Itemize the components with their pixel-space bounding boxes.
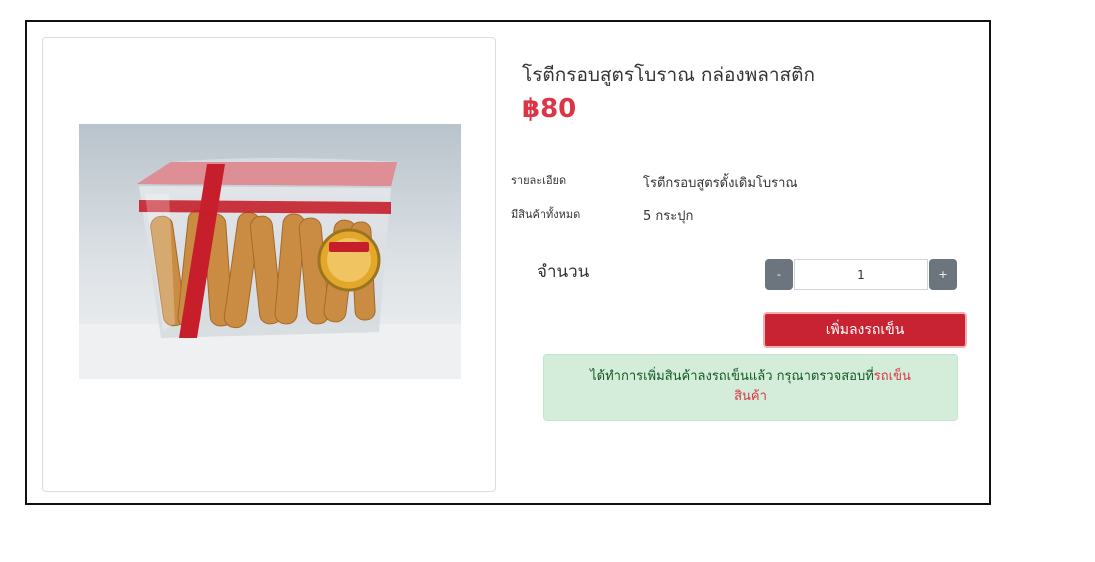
add-to-cart-button[interactable]: เพิ่มลงรถเข็น	[763, 312, 967, 348]
product-image-card	[42, 37, 496, 492]
description-label: รายละเอียด	[511, 174, 567, 187]
description-value: โรตีกรอบสูตรดั้งเดิมโบราณ	[643, 176, 798, 191]
quantity-label: จำนวน	[537, 262, 590, 282]
alert-message: ได้ทำการเพิ่มสินค้าลงรถเข็นแล้ว กรุณาตรว…	[590, 369, 874, 384]
product-price: ฿80	[522, 94, 577, 124]
product-title: โรตีกรอบสูตรโบราณ กล่องพลาสติก	[522, 64, 815, 86]
stock-label: มีสินค้าทั้งหมด	[511, 208, 581, 221]
product-detail-frame: โรตีกรอบสูตรโบราณ กล่องพลาสติก ฿80 รายละ…	[25, 20, 991, 505]
quantity-decrease-button[interactable]: -	[765, 259, 793, 290]
stock-value: 5 กระปุก	[643, 209, 694, 224]
quantity-input[interactable]	[794, 259, 928, 290]
quantity-increase-button[interactable]: +	[929, 259, 957, 290]
product-photo	[79, 124, 461, 379]
success-alert: ได้ทำการเพิ่มสินค้าลงรถเข็นแล้ว กรุณาตรว…	[543, 354, 958, 421]
